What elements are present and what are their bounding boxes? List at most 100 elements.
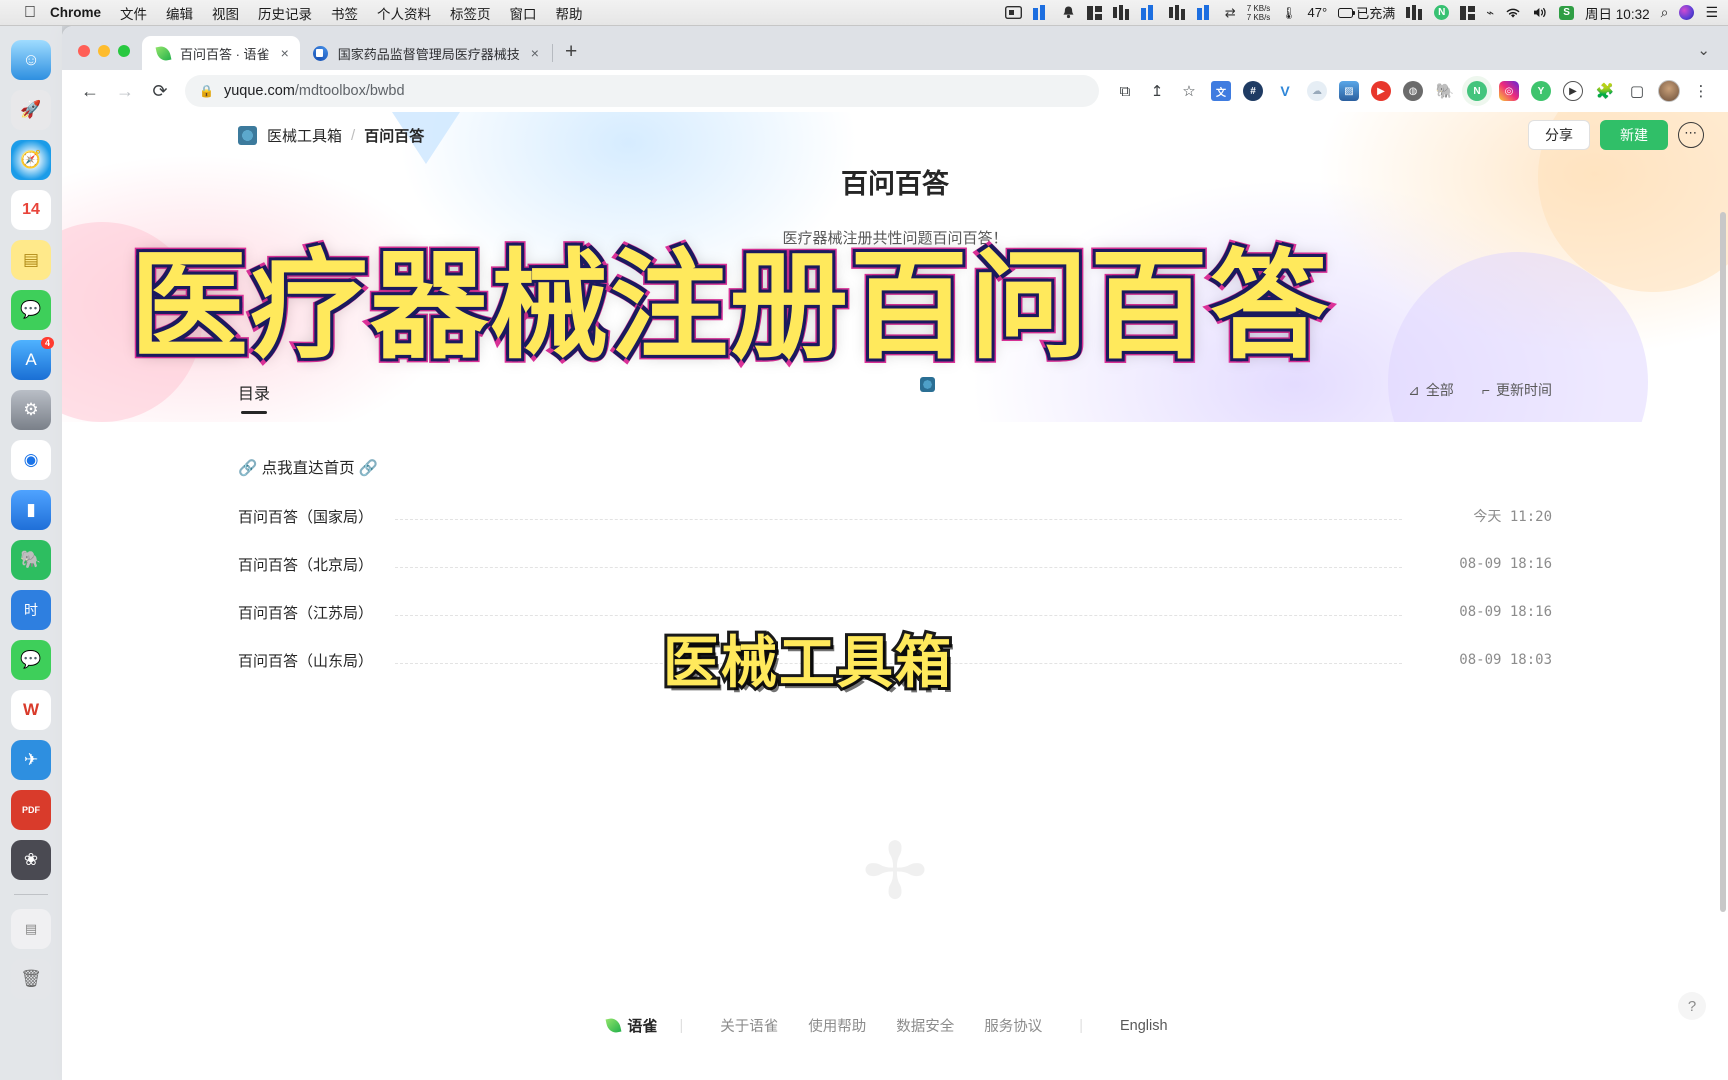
play-ext-icon[interactable]: ▶ <box>1558 76 1588 106</box>
volume-icon[interactable] <box>1532 6 1548 19</box>
menu-item-tabs[interactable]: 标签页 <box>450 3 491 23</box>
dock-messages-icon[interactable]: 💬 <box>11 290 51 330</box>
bookmark-star-icon[interactable]: ☆ <box>1174 76 1204 106</box>
breadcrumb-root[interactable]: 医械工具箱 <box>267 125 342 146</box>
notion-icon[interactable]: N <box>1434 5 1450 20</box>
share-button[interactable]: 分享 <box>1528 120 1590 150</box>
page-scrollbar[interactable] <box>1720 212 1726 912</box>
evernote-ext-icon[interactable]: 🐘 <box>1430 76 1460 106</box>
chevron-down-icon[interactable]: ⌄ <box>1697 41 1710 59</box>
menu-item-edit[interactable]: 编辑 <box>166 3 193 23</box>
activity-monitor-icon[interactable] <box>1112 5 1130 20</box>
close-tab-2-button[interactable]: × <box>529 45 541 61</box>
forward-button[interactable]: → <box>109 75 141 107</box>
dock-trash-icon[interactable]: 🗑 <box>11 959 51 999</box>
dock-doc-icon[interactable]: ▤ <box>11 909 51 949</box>
sogou-input-icon[interactable]: S <box>1559 5 1575 20</box>
home-link[interactable]: 🔗 点我直达首页 🔗 <box>238 444 1552 492</box>
filter-all[interactable]: ⊿ 全部 <box>1408 380 1454 400</box>
dock-paper-icon[interactable]: ✈ <box>11 740 51 780</box>
table-row[interactable]: 百问百答（国家局） 今天 11:20 <box>238 492 1552 540</box>
dock-calendar-icon[interactable]: 14 <box>11 190 51 230</box>
siri-icon[interactable] <box>1679 5 1695 20</box>
footer-link-terms[interactable]: 服务协议 <box>984 1015 1042 1036</box>
bluetooth-arrow-icon[interactable]: ⇄ <box>1225 5 1236 21</box>
menu-item-file[interactable]: 文件 <box>120 3 147 23</box>
new-tab-button[interactable]: + <box>555 41 587 70</box>
dock-photos-icon[interactable]: ❀ <box>11 840 51 880</box>
filter-sort[interactable]: ⌐ 更新时间 <box>1482 380 1552 400</box>
dock-dingtalk-icon[interactable]: ▮ <box>11 490 51 530</box>
footer-link-about[interactable]: 关于语雀 <box>720 1015 778 1036</box>
record-ext-icon[interactable]: ▶ <box>1366 76 1396 106</box>
dock-shi-icon[interactable]: 时 <box>11 590 51 630</box>
network-speed-indicator[interactable]: 7 KB/s 7 KB/s <box>1247 4 1271 22</box>
dock-pdf-icon[interactable]: PDF <box>11 790 51 830</box>
chrome-menu-icon[interactable]: ⋮ <box>1686 76 1716 106</box>
dock-notes-icon[interactable]: ▤ <box>11 240 51 280</box>
doc-name[interactable]: 百问百答（山东局） <box>238 650 373 671</box>
menu-item-bookmarks[interactable]: 书签 <box>331 3 358 23</box>
menu-item-profile[interactable]: 个人资料 <box>377 3 431 23</box>
share-icon[interactable]: ↥ <box>1142 76 1172 106</box>
minimize-window-button[interactable] <box>98 45 110 57</box>
menu-item-chrome[interactable]: Chrome <box>50 5 101 20</box>
table-row[interactable]: 百问百答（江苏局） 08-09 18:16 <box>238 588 1552 636</box>
menu-item-history[interactable]: 历史记录 <box>258 3 312 23</box>
new-button[interactable]: 新建 <box>1600 120 1668 150</box>
doc-name[interactable]: 百问百答（北京局） <box>238 554 373 575</box>
table-row[interactable]: 百问百答（北京局） 08-09 18:16 <box>238 540 1552 588</box>
footer-link-security[interactable]: 数据安全 <box>896 1015 954 1036</box>
blue-bar-icon[interactable] <box>1196 5 1214 20</box>
more-options-icon[interactable]: ⋯ <box>1678 122 1704 148</box>
close-tab-1-button[interactable]: × <box>279 45 291 61</box>
open-in-new-icon[interactable]: ⧉ <box>1110 76 1140 106</box>
globe-ext-icon[interactable]: ◍ <box>1398 76 1428 106</box>
lock-icon[interactable]: 🔒 <box>199 84 214 98</box>
dock-safari-icon[interactable]: 🧭 <box>11 140 51 180</box>
wallpaper-ext-icon[interactable]: ▨ <box>1334 76 1364 106</box>
google-translate-ext-icon[interactable]: 文 <box>1206 76 1236 106</box>
youdao-ext-icon[interactable]: Y <box>1526 76 1556 106</box>
window-tile-icon[interactable] <box>1032 5 1050 20</box>
profile-avatar[interactable] <box>1654 76 1684 106</box>
notion-ext-icon[interactable]: N <box>1462 76 1492 106</box>
wifi-icon[interactable] <box>1505 7 1521 19</box>
dock-evernote-icon[interactable]: 🐘 <box>11 540 51 580</box>
reload-button[interactable]: ⟳ <box>144 75 176 107</box>
instagram-ext-icon[interactable]: ◎ <box>1494 76 1524 106</box>
blue-meter-icon[interactable] <box>1140 5 1158 20</box>
footer-brand[interactable]: 语雀 <box>606 1015 657 1036</box>
screen-record-icon[interactable] <box>1004 6 1022 19</box>
dock-wps-icon[interactable]: W <box>11 690 51 730</box>
dock-wechat-icon[interactable]: 💬 <box>11 640 51 680</box>
cpu-meter-icon[interactable] <box>1168 5 1186 20</box>
address-bar[interactable]: 🔒 yuque.com/mdtoolbox/bwbd <box>185 75 1099 107</box>
back-button[interactable]: ← <box>74 75 106 107</box>
hash-ext-icon[interactable]: # <box>1238 76 1268 106</box>
help-button[interactable]: ? <box>1678 992 1706 1020</box>
menu-item-view[interactable]: 视图 <box>212 3 239 23</box>
footer-link-help[interactable]: 使用帮助 <box>808 1015 866 1036</box>
dock-chrome-icon[interactable]: ◉ <box>11 440 51 480</box>
menubar-clock[interactable]: 周日 10:32 <box>1585 3 1650 23</box>
dock-finder-icon[interactable]: ☺ <box>11 40 51 80</box>
footer-language-switch[interactable]: English <box>1120 1018 1168 1034</box>
menu-item-help[interactable]: 帮助 <box>556 3 583 23</box>
control-center-icon[interactable]: ☰ <box>1705 4 1718 21</box>
dock-appstore-icon[interactable]: A4 <box>11 337 54 380</box>
bluetooth-icon[interactable]: ⌁ <box>1486 5 1494 21</box>
layout-icon[interactable] <box>1460 5 1476 20</box>
doc-name[interactable]: 百问百答（国家局） <box>238 506 373 527</box>
search-icon[interactable]: ⌕ <box>1661 4 1669 21</box>
apple-logo-icon[interactable]:  <box>24 4 36 21</box>
dock-settings-icon[interactable]: ⚙ <box>11 390 51 430</box>
menu-item-window[interactable]: 窗口 <box>510 3 537 23</box>
v2-ext-icon[interactable]: V <box>1270 76 1300 106</box>
stack-icon[interactable] <box>1406 5 1424 20</box>
menu-extras-icon[interactable] <box>1086 5 1102 20</box>
browser-tab-2[interactable]: 国家药品监督管理局医疗器械技 × <box>300 36 550 70</box>
bell-icon[interactable] <box>1061 5 1076 20</box>
tab-catalog[interactable]: 目录 <box>238 380 270 414</box>
cloud-ext-icon[interactable]: ☁ <box>1302 76 1332 106</box>
